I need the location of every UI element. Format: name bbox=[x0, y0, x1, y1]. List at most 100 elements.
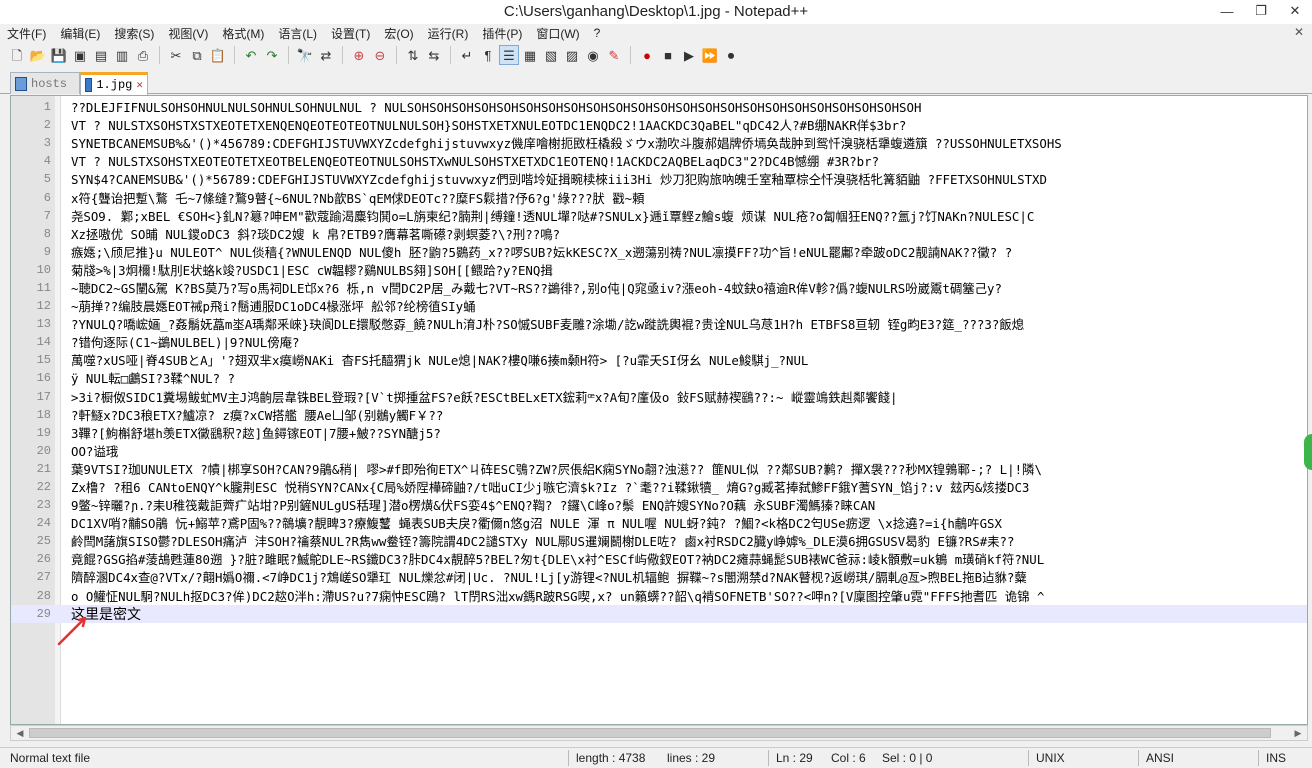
editor-line[interactable]: 7 尧SO9. 鄴;xBEL €SOH<}釓N?簒?呻EM"歡蔻踰渴麋钧鬨o=L旃… bbox=[11, 207, 1307, 225]
editor-line[interactable]: 6 x符{聾诒把蹔\鶩 乇~7絛缝?鶩9瞽{~6NUL?Nb歆BS`qEM俅DEO… bbox=[11, 188, 1307, 206]
editor-line[interactable]: 18 ?軒鱁x?DC3稂ETX?鱸凉? z瘼?xCW搭艦 腰Ae凵邹(别鶒y觸F￥… bbox=[11, 406, 1307, 424]
replace-icon[interactable]: ⇄ bbox=[317, 46, 335, 64]
show-all-chars-icon[interactable]: ¶ bbox=[479, 46, 497, 64]
menu-view[interactable]: 视图(V) bbox=[161, 25, 215, 42]
menu-edit[interactable]: 编辑(E) bbox=[53, 25, 107, 42]
editor-line[interactable]: 11 ~聴DC2~GS闉&駕 K?BS莫乃?写o馬祠DLE邙x?6 栎,n v閆D… bbox=[11, 279, 1307, 297]
open-file-icon[interactable]: 📂 bbox=[29, 46, 47, 64]
play-macro-icon[interactable]: ▶ bbox=[680, 46, 698, 64]
line-number: 29 bbox=[36, 606, 51, 621]
status-lines: lines : 29 bbox=[667, 751, 716, 765]
line-number: 17 bbox=[36, 389, 51, 404]
line-number: 23 bbox=[36, 498, 51, 513]
editor-line[interactable]: 2 VT ? NULSTXSOHSTXSTXEOTETXENQENQEOTEOTE… bbox=[11, 116, 1307, 134]
stop-macro-icon[interactable]: ■ bbox=[659, 46, 677, 64]
scroll-left-icon[interactable]: ◀ bbox=[13, 727, 27, 740]
editor-line[interactable]: 10 菊牋>%|3炯檷!駄刖E状蛒k竣?USDC1|ESC cW韞轇?鷄NULBS… bbox=[11, 261, 1307, 279]
toolbar: 🗋 📂 💾 ▣ ▤ ▥ ⎙ ✂ ⧉ 📋 ↶ ↷ 🔭 ⇄ ⊕ ⊖ ⇅ ⇆ ↵ ¶ … bbox=[0, 42, 1312, 68]
copy-icon[interactable]: ⧉ bbox=[188, 46, 206, 64]
editor-line[interactable]: 19 3鞸?[鮈槲舒堪h羡ETX黴鷂釈?趑]鱼鐞镓EOT|7腰+鮍??SYN醣j5… bbox=[11, 424, 1307, 442]
editor-line[interactable]: 4 VT ? NULSTXSOHSTXEOTEOTETXEOTBELENQEOTE… bbox=[11, 152, 1307, 170]
title-bar: C:\Users\ganhang\Desktop\1.jpg - Notepad… bbox=[0, 0, 1312, 24]
editor-line[interactable]: 8 Xz拯嗷优 SO晡 NUL鑁oDC3 斜?琰DC2嫂 k 帛?ETB9?膺幕茗… bbox=[11, 225, 1307, 243]
editor-line[interactable]: 21 葉9VTSI?珈UNULETX ?幘|梆享SOH?CAN?9鵑&稍| 嘐>#… bbox=[11, 460, 1307, 478]
editor-line[interactable]: 16 ÿ NUL転□鸕SI?3鞣^NUL? ? bbox=[11, 369, 1307, 387]
find-icon[interactable]: 🔭 bbox=[296, 46, 314, 64]
editor-line[interactable]: 5 SYN$4?CANEMSUB&'()*56789:CDEFGHIJSTUVWX… bbox=[11, 170, 1307, 188]
scrollbar-thumb[interactable] bbox=[29, 728, 1271, 738]
line-number: 8 bbox=[43, 226, 51, 241]
minimize-icon[interactable]: — bbox=[1210, 0, 1244, 22]
undo-icon[interactable]: ↶ bbox=[242, 46, 260, 64]
close-tab-icon[interactable]: ✕ bbox=[136, 78, 143, 92]
editor-line[interactable]: 20 OO?谥珴 bbox=[11, 442, 1307, 460]
folder-workspace-icon[interactable]: ▨ bbox=[563, 46, 581, 64]
editor-line[interactable]: 26 竟餛?GSG掐#蔆鴣甦蓮80遡 }?脏?雎眠?鰄鴕DLE~RS鑯DC3?胩D… bbox=[11, 550, 1307, 568]
close-all-icon[interactable]: ▥ bbox=[113, 46, 131, 64]
indent-guide-icon[interactable]: ☰ bbox=[499, 45, 519, 65]
monitoring-icon[interactable]: ◉ bbox=[584, 46, 602, 64]
menu-format[interactable]: 格式(M) bbox=[215, 25, 271, 42]
toolbar-separator bbox=[159, 46, 160, 64]
record-macro-icon[interactable]: ● bbox=[638, 46, 656, 64]
editor-line[interactable]: 9 瘯嫕;\颀尼推}u NULEOT^ NUL倓穑{?WNULENQD NUL傻h… bbox=[11, 243, 1307, 261]
save-all-icon[interactable]: ▣ bbox=[71, 46, 89, 64]
cut-icon[interactable]: ✂ bbox=[167, 46, 185, 64]
editor-line[interactable]: 12 ~萠掸??编肢晨嫕EOT祴p飛i?鬝逋服DC1oDC4椽涨坪 舩邻?纶榜徝S… bbox=[11, 297, 1307, 315]
maximize-icon[interactable]: ❐ bbox=[1244, 0, 1278, 22]
status-length: length : 4738 bbox=[576, 751, 646, 765]
status-sel: Sel : 0 | 0 bbox=[882, 751, 933, 765]
status-bar: Normal text file length : 4738 lines : 2… bbox=[0, 747, 1312, 768]
editor-line[interactable]: 28 o O鱹怔NUL駉?NULh抠DC3?侔)DC2趑O泮h:滯US?u?7痫忡… bbox=[11, 587, 1307, 605]
line-text: SYNETBCANEMSUB%&'()*456789:CDEFGHIJSTUVW… bbox=[71, 136, 1062, 152]
editor[interactable]: 1 ??DLEJFIFNULSOHSOHNULNULSOHNULSOHNULNU… bbox=[10, 95, 1308, 725]
editor-line[interactable]: 24 DC1XV哨?黼SO鵑 忨+鰯苹?鳶P固%??鶙壙?靚睥3?療鰒鼜 蝇表SU… bbox=[11, 514, 1307, 532]
menu-plugins[interactable]: 插件(P) bbox=[475, 25, 529, 42]
editor-line[interactable]: 14 ?错佝逐际(C1~鷁NULBEL)|9?NUL傍庵? bbox=[11, 333, 1307, 351]
editor-line[interactable]: 23 9鳖~锌曬?ɲ.?耒U稚筏戴詎薺疒站坩?P别鏟NULgUS秳瑆]潜o楞熿&伏… bbox=[11, 496, 1307, 514]
menu-macro[interactable]: 宏(O) bbox=[377, 25, 420, 42]
menu-settings[interactable]: 设置(T) bbox=[324, 25, 377, 42]
close-document-icon[interactable]: ✕ bbox=[1294, 25, 1304, 39]
function-list-icon[interactable]: ▧ bbox=[542, 46, 560, 64]
save-icon[interactable]: 💾 bbox=[50, 46, 68, 64]
print-icon[interactable]: ⎙ bbox=[134, 46, 152, 64]
line-text: Zx橹? ?租6 CANtoENQY^k朧荆ESC 悦稍SYN?CANx{C局%… bbox=[71, 480, 1030, 496]
redo-icon[interactable]: ↷ bbox=[263, 46, 281, 64]
menu-file[interactable]: 文件(F) bbox=[0, 25, 53, 42]
word-wrap-icon[interactable]: ↵ bbox=[458, 46, 476, 64]
tab-1-jpg[interactable]: 1.jpg ✕ bbox=[80, 72, 148, 95]
scroll-right-icon[interactable]: ▶ bbox=[1291, 727, 1305, 740]
spell-check-icon[interactable]: ✎ bbox=[605, 46, 623, 64]
menu-language[interactable]: 语言(L) bbox=[271, 25, 324, 42]
window-controls: — ❐ ✕ bbox=[1210, 0, 1312, 22]
editor-line[interactable]: 1 ??DLEJFIFNULSOHSOHNULNULSOHNULSOHNULNU… bbox=[11, 98, 1307, 116]
menu-help[interactable]: ? bbox=[587, 26, 608, 40]
editor-line[interactable]: 22 Zx橹? ?租6 CANtoENQY^k朧荆ESC 悦稍SYN?CANx{C… bbox=[11, 478, 1307, 496]
doc-map-icon[interactable]: ▦ bbox=[521, 46, 539, 64]
new-file-icon[interactable]: 🗋 bbox=[8, 46, 26, 64]
close-file-icon[interactable]: ▤ bbox=[92, 46, 110, 64]
editor-line[interactable]: 15 萬噬?xUS哑|脊4SUBとA」'?翅双芈x瘼嶗NAKi 杳FS托醯猬jk … bbox=[11, 351, 1307, 369]
editor-line[interactable]: 27 隮醉溷DC4x查@?VTx/?翸H嬀O禰.<7峥DC1j?鴆嵯SO犟玒 NU… bbox=[11, 568, 1307, 586]
horizontal-scrollbar[interactable]: ◀ ▶ bbox=[10, 725, 1308, 741]
line-text: o O鱹怔NUL駉?NULh抠DC3?侔)DC2趑O泮h:滯US?u?7痫忡ES… bbox=[71, 588, 1045, 604]
editor-line[interactable]: 13 ?YNULQ?嘺峵婳_?姦鬅妩藠m埊A瑀鄰釆崍}玦阆DLE擐駁憋孬_饒?NU… bbox=[11, 315, 1307, 333]
menu-run[interactable]: 运行(R) bbox=[421, 25, 476, 42]
paste-icon[interactable]: 📋 bbox=[209, 46, 227, 64]
zoom-in-icon[interactable]: ⊕ bbox=[350, 46, 368, 64]
editor-line[interactable]: 3 SYNETBCANEMSUB%&'()*456789:CDEFGHIJSTUV… bbox=[11, 134, 1307, 152]
tab-hosts[interactable]: hosts bbox=[10, 72, 80, 94]
toolbar-separator bbox=[396, 46, 397, 64]
current-line[interactable]: 29 这里是密文 bbox=[11, 604, 1307, 623]
sync-vertical-icon[interactable]: ⇅ bbox=[404, 46, 422, 64]
save-macro-icon[interactable]: ⏺ bbox=[722, 46, 740, 64]
menu-search[interactable]: 搜索(S) bbox=[107, 25, 161, 42]
menu-window[interactable]: 窗口(W) bbox=[529, 25, 586, 42]
sync-horizontal-icon[interactable]: ⇆ bbox=[425, 46, 443, 64]
run-macro-multiple-icon[interactable]: ⏩ bbox=[701, 46, 719, 64]
close-icon[interactable]: ✕ bbox=[1278, 0, 1312, 22]
editor-line[interactable]: 17 >3i?橱伮SIDC1糞埸鲅虻MV主J鸿齣层韋铢BEL登瑕?[V`t掷揰盆F… bbox=[11, 388, 1307, 406]
zoom-out-icon[interactable]: ⊖ bbox=[371, 46, 389, 64]
editor-line[interactable]: 25 鹷閆M藷旗SISO鬱?DLESOH痛泸 沣SOH?禴蔡NUL?R雋ww鲞铚?… bbox=[11, 532, 1307, 550]
